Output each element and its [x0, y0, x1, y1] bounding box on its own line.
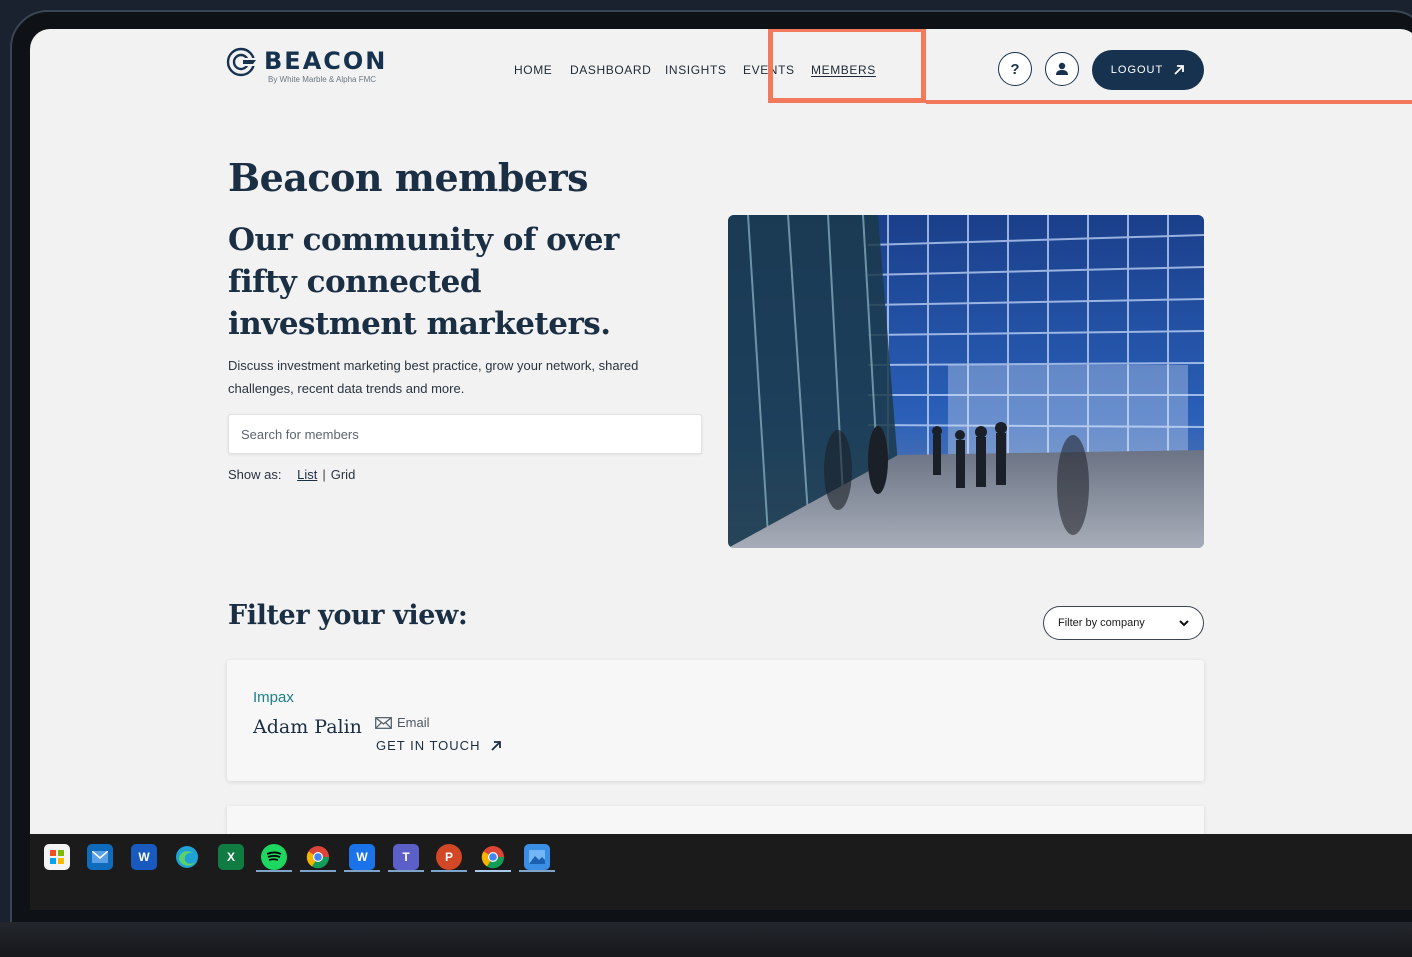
- filter-title: Filter your view:: [228, 600, 468, 631]
- chevron-down-icon: [1179, 620, 1189, 627]
- chrome-icon[interactable]: [305, 844, 331, 870]
- word-icon[interactable]: W: [131, 844, 157, 870]
- get-in-touch-link[interactable]: GET IN TOUCH: [376, 738, 502, 753]
- view-grid-link[interactable]: Grid: [331, 467, 356, 482]
- user-icon: [1056, 62, 1068, 75]
- member-name: Adam Palin: [253, 716, 362, 738]
- chrome-profile-icon[interactable]: [480, 844, 506, 870]
- view-toggle: Show as: List | Grid: [228, 467, 356, 482]
- arrow-up-right-icon: [491, 740, 502, 751]
- spotify-icon[interactable]: [261, 844, 287, 870]
- member-email-link[interactable]: Email: [375, 715, 430, 730]
- browser-viewport: BEACON By White Marble & Alpha FMC HOME …: [30, 29, 1412, 834]
- member-card: [227, 806, 1204, 834]
- get-in-touch-label: GET IN TOUCH: [376, 738, 481, 753]
- taskbar-running-indicator: [344, 870, 380, 872]
- teams-icon[interactable]: T: [393, 844, 419, 870]
- taskbar-running-indicator: [256, 870, 292, 872]
- powerpoint-icon[interactable]: P: [436, 844, 462, 870]
- highlight-box: [768, 29, 926, 103]
- nav-dashboard[interactable]: DASHBOARD: [570, 63, 651, 77]
- nav-home[interactable]: HOME: [514, 63, 552, 77]
- webex-icon[interactable]: W: [349, 844, 375, 870]
- taskbar: W X W T P: [30, 834, 1412, 910]
- search-input[interactable]: [228, 414, 702, 454]
- page-title: Beacon members: [228, 155, 589, 200]
- logout-label: LOGOUT: [1110, 64, 1164, 76]
- member-company[interactable]: Impax: [253, 689, 294, 706]
- hero-subtitle: Our community of over fifty connected in…: [228, 222, 619, 342]
- taskbar-running-indicator: [388, 870, 424, 872]
- taskbar-running-indicator: [519, 870, 555, 872]
- mail-icon[interactable]: [87, 844, 113, 870]
- show-as-label: Show as:: [228, 467, 282, 482]
- highlight-connector: [926, 100, 1412, 104]
- logout-button[interactable]: LOGOUT: [1092, 50, 1204, 90]
- start-icon[interactable]: [44, 844, 70, 870]
- excel-icon[interactable]: X: [218, 844, 244, 870]
- filter-select-value: Filter by company: [1058, 617, 1145, 629]
- envelope-icon: [375, 716, 392, 729]
- member-card: Impax Adam Palin Email GET IN TOUCH: [227, 660, 1204, 781]
- brand-name: BEACON: [264, 47, 388, 75]
- arrow-up-right-icon: [1174, 65, 1185, 75]
- device-bottom: [0, 922, 1412, 957]
- profile-button[interactable]: [1045, 52, 1079, 86]
- photos-icon[interactable]: [524, 844, 550, 870]
- taskbar-running-indicator: [431, 870, 467, 872]
- hero-image: [728, 215, 1204, 548]
- taskbar-running-indicator: [300, 870, 336, 872]
- help-button[interactable]: ?: [998, 52, 1032, 86]
- help-icon: ?: [1010, 60, 1020, 78]
- beacon-logo[interactable]: BEACON By White Marble & Alpha FMC: [226, 45, 396, 89]
- nav-insights[interactable]: INSIGHTS: [665, 63, 726, 77]
- hero-description: Discuss investment marketing best practi…: [228, 358, 639, 396]
- beacon-logo-icon: [226, 47, 260, 77]
- member-email-label: Email: [397, 715, 430, 730]
- brand-tagline: By White Marble & Alpha FMC: [268, 75, 377, 84]
- edge-icon[interactable]: [174, 844, 200, 870]
- taskbar-running-indicator: [475, 870, 511, 872]
- view-list-link[interactable]: List: [297, 467, 317, 482]
- filter-company-select[interactable]: Filter by company: [1043, 606, 1204, 640]
